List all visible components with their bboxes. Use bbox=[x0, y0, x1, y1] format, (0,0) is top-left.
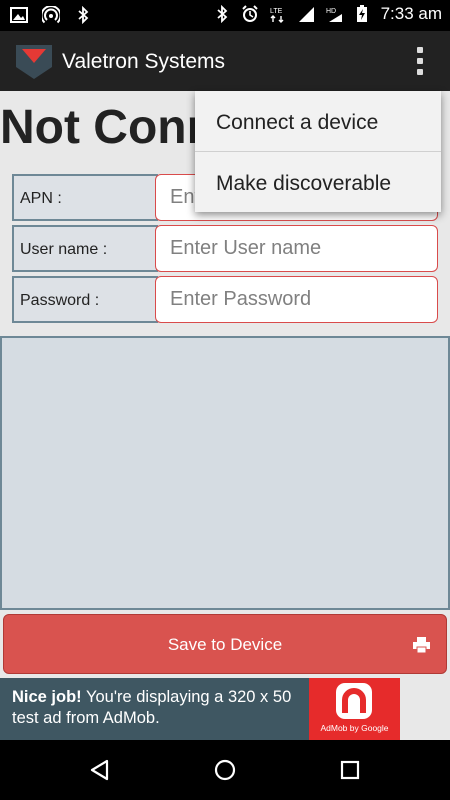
username-input[interactable] bbox=[155, 225, 438, 272]
admob-logo: AdMob by Google bbox=[309, 678, 400, 740]
svg-text:LTE: LTE bbox=[270, 8, 283, 15]
password-input[interactable] bbox=[155, 276, 438, 323]
navigation-bar bbox=[0, 740, 450, 800]
apn-label: APN : bbox=[12, 174, 158, 221]
save-to-device-button[interactable]: Save to Device bbox=[3, 614, 447, 674]
battery-charging-icon bbox=[356, 5, 367, 22]
bluetooth-icon bbox=[78, 6, 89, 24]
hotspot-icon bbox=[42, 6, 60, 24]
svg-text:HD: HD bbox=[326, 8, 336, 15]
bluetooth-icon bbox=[216, 5, 227, 23]
printer-icon bbox=[413, 637, 430, 653]
menu-item-make-discoverable[interactable]: Make discoverable bbox=[195, 151, 441, 211]
back-icon[interactable] bbox=[88, 758, 112, 782]
save-button-label: Save to Device bbox=[167, 635, 283, 654]
admob-mark-icon bbox=[336, 683, 372, 719]
status-bar: LTE HD 7:33 am bbox=[0, 0, 450, 31]
image-icon bbox=[10, 7, 28, 23]
home-icon[interactable] bbox=[213, 758, 237, 782]
password-row: Password : bbox=[12, 276, 438, 323]
signal-icon bbox=[298, 7, 314, 22]
menu-item-connect-device[interactable]: Connect a device bbox=[195, 91, 441, 151]
app-title: Valetron Systems bbox=[62, 50, 226, 73]
alarm-icon bbox=[241, 5, 258, 22]
connection-status: Not Connected bbox=[0, 101, 200, 154]
overflow-menu-icon[interactable] bbox=[416, 47, 424, 75]
password-label: Password : bbox=[12, 276, 158, 323]
hd-icon: HD bbox=[326, 8, 342, 22]
clock: 7:33 am bbox=[380, 4, 442, 23]
ad-text: Nice job! You're displaying a 320 x 50 t… bbox=[12, 688, 292, 727]
lte-icon: LTE bbox=[270, 8, 284, 23]
output-area[interactable] bbox=[0, 336, 450, 610]
ad-banner[interactable]: Nice job! You're displaying a 320 x 50 t… bbox=[0, 678, 400, 740]
username-label: User name : bbox=[12, 225, 158, 272]
valetron-logo bbox=[16, 45, 52, 79]
recents-icon[interactable] bbox=[338, 758, 362, 782]
username-row: User name : bbox=[12, 225, 438, 272]
overflow-menu: Connect a device Make discoverable bbox=[195, 91, 441, 212]
app-bar: Valetron Systems bbox=[0, 31, 450, 91]
admob-logo-text: AdMob by Google bbox=[320, 723, 389, 733]
